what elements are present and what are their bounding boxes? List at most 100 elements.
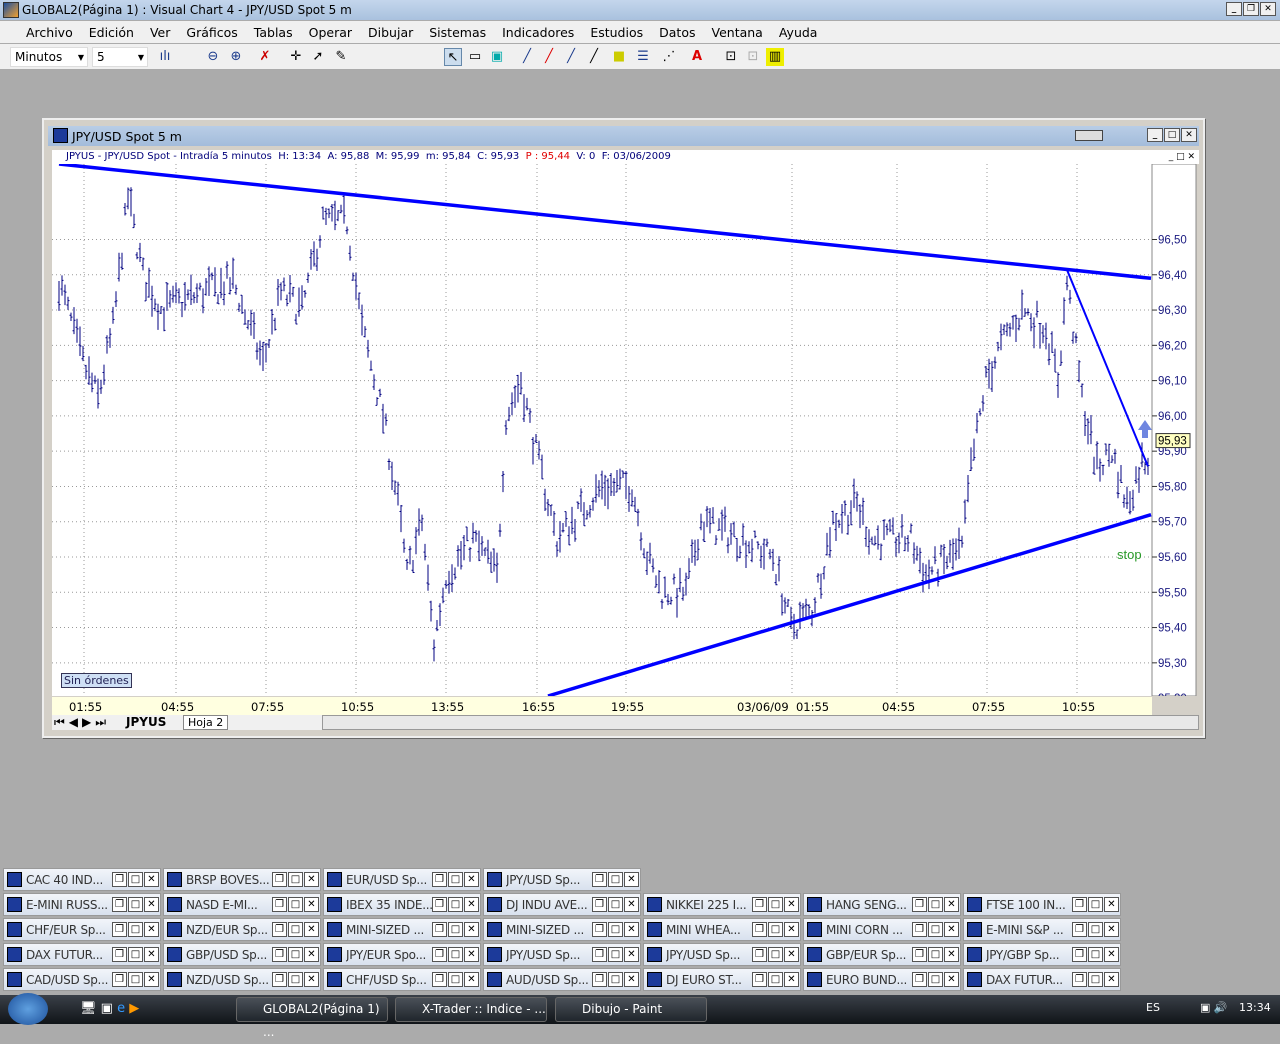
minimized-window[interactable]: DJ EURO ST... ❐ □ ✕ [643, 968, 801, 991]
minimized-window[interactable]: GBP/EUR Sp... ❐ □ ✕ [803, 943, 961, 966]
chart-type-icon[interactable]: ılı [156, 48, 174, 66]
maximize-icon[interactable]: □ [1088, 947, 1103, 962]
menu-edicion[interactable]: Edición [81, 25, 142, 40]
maximize-icon[interactable]: □ [608, 922, 623, 937]
minimize-button[interactable]: _ [1226, 2, 1242, 16]
close-icon[interactable]: ✕ [784, 922, 799, 937]
minimized-window[interactable]: JPY/GBP Sp... ❐ □ ✕ [963, 943, 1121, 966]
minimized-window[interactable]: EURO BUND... ❐ □ ✕ [803, 968, 961, 991]
close-icon[interactable]: ✕ [464, 972, 479, 987]
maximize-icon[interactable]: □ [128, 972, 143, 987]
restore-icon[interactable]: ❐ [752, 897, 767, 912]
minimized-window[interactable]: JPY/USD Sp... ❐ □ ✕ [483, 943, 641, 966]
restore-icon[interactable]: ❐ [112, 972, 127, 987]
text-icon[interactable]: A [688, 48, 706, 66]
restore-icon[interactable]: ❐ [752, 947, 767, 962]
restore-icon[interactable]: ❐ [1072, 947, 1087, 962]
close-icon[interactable]: ✕ [304, 947, 319, 962]
orders-badge[interactable]: Sin órdenes [61, 673, 132, 688]
minimized-window[interactable]: MINI WHEA... ❐ □ ✕ [643, 918, 801, 941]
minimized-window[interactable]: EUR/USD Sp... ❐ □ ✕ [323, 868, 481, 891]
menu-ver[interactable]: Ver [142, 25, 178, 40]
restore-icon[interactable]: ❐ [592, 947, 607, 962]
quick-launch-icons[interactable]: 🖥 ▣ e ▶ [80, 1001, 139, 1016]
restore-icon[interactable]: ❐ [912, 897, 927, 912]
price-chart[interactable]: 96,5096,4096,3096,2096,1096,0095,9095,80… [52, 164, 1199, 696]
maximize-icon[interactable]: □ [768, 972, 783, 987]
close-icon[interactable]: ✕ [304, 972, 319, 987]
task-x-trader[interactable]: X-Trader :: Indice - ... [395, 997, 547, 1022]
restore-icon[interactable]: ❐ [112, 922, 127, 937]
tab-navigation-buttons[interactable]: ⏮◀▶⏭ [54, 715, 110, 730]
minimized-window[interactable]: IBEX 35 INDE... ❐ □ ✕ [323, 893, 481, 916]
scale-toggle-button[interactable] [1075, 130, 1103, 141]
minimized-window[interactable]: JPY/USD Sp... ❐ □ ✕ [483, 868, 641, 891]
maximize-icon[interactable]: □ [608, 872, 623, 887]
maximize-icon[interactable]: □ [448, 897, 463, 912]
maximize-icon[interactable]: □ [928, 922, 943, 937]
minimized-window[interactable]: CAC 40 IND... ❐ □ ✕ [3, 868, 161, 891]
menu-ventana[interactable]: Ventana [704, 25, 771, 40]
restore-icon[interactable]: ❐ [112, 947, 127, 962]
restore-icon[interactable]: ❐ [1072, 897, 1087, 912]
film-icon[interactable]: ▥ [766, 48, 784, 66]
restore-icon[interactable]: ❐ [592, 922, 607, 937]
shape-icon[interactable]: ■ [610, 48, 628, 66]
close-icon[interactable]: ✕ [624, 897, 639, 912]
minimized-window[interactable]: E-MINI RUSS... ❐ □ ✕ [3, 893, 161, 916]
close-icon[interactable]: ✕ [624, 872, 639, 887]
maximize-icon[interactable]: □ [448, 922, 463, 937]
chart-minimize-button[interactable]: _ [1147, 128, 1163, 142]
close-icon[interactable]: ✕ [1104, 947, 1119, 962]
chart-close-button[interactable]: ✕ [1181, 128, 1197, 142]
maximize-icon[interactable]: □ [448, 947, 463, 962]
maximize-icon[interactable]: □ [768, 897, 783, 912]
close-icon[interactable]: ✕ [304, 872, 319, 887]
maximize-icon[interactable]: □ [1088, 922, 1103, 937]
maximize-icon[interactable]: □ [288, 922, 303, 937]
maximize-icon[interactable]: □ [928, 897, 943, 912]
trendline-icon[interactable]: ╱ [518, 48, 536, 66]
restore-icon[interactable]: ❐ [432, 872, 447, 887]
line-icon[interactable]: ╱ [585, 48, 603, 66]
restore-icon[interactable]: ❐ [592, 897, 607, 912]
restore-icon[interactable]: ❐ [272, 947, 287, 962]
minimized-window[interactable]: AUD/USD Sp... ❐ □ ✕ [483, 968, 641, 991]
restore-icon[interactable]: ❐ [912, 972, 927, 987]
restore-icon[interactable]: ❐ [1072, 972, 1087, 987]
maximize-icon[interactable]: □ [608, 947, 623, 962]
zoom-in-icon[interactable]: ⊕ [227, 48, 245, 66]
close-icon[interactable]: ✕ [1104, 897, 1119, 912]
minimized-window[interactable]: NZD/EUR Sp... ❐ □ ✕ [163, 918, 321, 941]
restore-icon[interactable]: ❐ [432, 922, 447, 937]
minimized-window[interactable]: CAD/USD Sp... ❐ □ ✕ [3, 968, 161, 991]
close-icon[interactable]: ✕ [944, 922, 959, 937]
minimized-window[interactable]: NIKKEI 225 I... ❐ □ ✕ [643, 893, 801, 916]
close-icon[interactable]: ✕ [1104, 972, 1119, 987]
menu-archivo[interactable]: Archivo [18, 25, 81, 40]
close-icon[interactable]: ✕ [304, 897, 319, 912]
restore-icon[interactable]: ❐ [432, 897, 447, 912]
zoom-out-icon[interactable]: ⊖ [204, 48, 222, 66]
minimized-window[interactable]: JPY/EUR Spo... ❐ □ ✕ [323, 943, 481, 966]
maximize-icon[interactable]: □ [288, 947, 303, 962]
minimized-window[interactable]: HANG SENG... ❐ □ ✕ [803, 893, 961, 916]
close-icon[interactable]: ✕ [464, 872, 479, 887]
close-button[interactable]: ✕ [1260, 2, 1276, 16]
maximize-icon[interactable]: □ [288, 872, 303, 887]
maximize-icon[interactable]: □ [928, 947, 943, 962]
close-icon[interactable]: ✕ [144, 872, 159, 887]
close-icon[interactable]: ✕ [944, 897, 959, 912]
maximize-icon[interactable]: □ [608, 897, 623, 912]
close-icon[interactable]: ✕ [624, 922, 639, 937]
restore-icon[interactable]: ❐ [272, 922, 287, 937]
channel-icon[interactable]: ╱ [562, 48, 580, 66]
close-icon[interactable]: ✕ [784, 972, 799, 987]
tab-hoja-2[interactable]: Hoja 2 [183, 715, 229, 730]
minimized-window[interactable]: CHF/USD Sp... ❐ □ ✕ [323, 968, 481, 991]
close-icon[interactable]: ✕ [144, 972, 159, 987]
maximize-icon[interactable]: □ [928, 972, 943, 987]
restore-icon[interactable]: ❐ [752, 972, 767, 987]
maximize-icon[interactable]: □ [128, 947, 143, 962]
minimized-window[interactable]: FTSE 100 IN... ❐ □ ✕ [963, 893, 1121, 916]
